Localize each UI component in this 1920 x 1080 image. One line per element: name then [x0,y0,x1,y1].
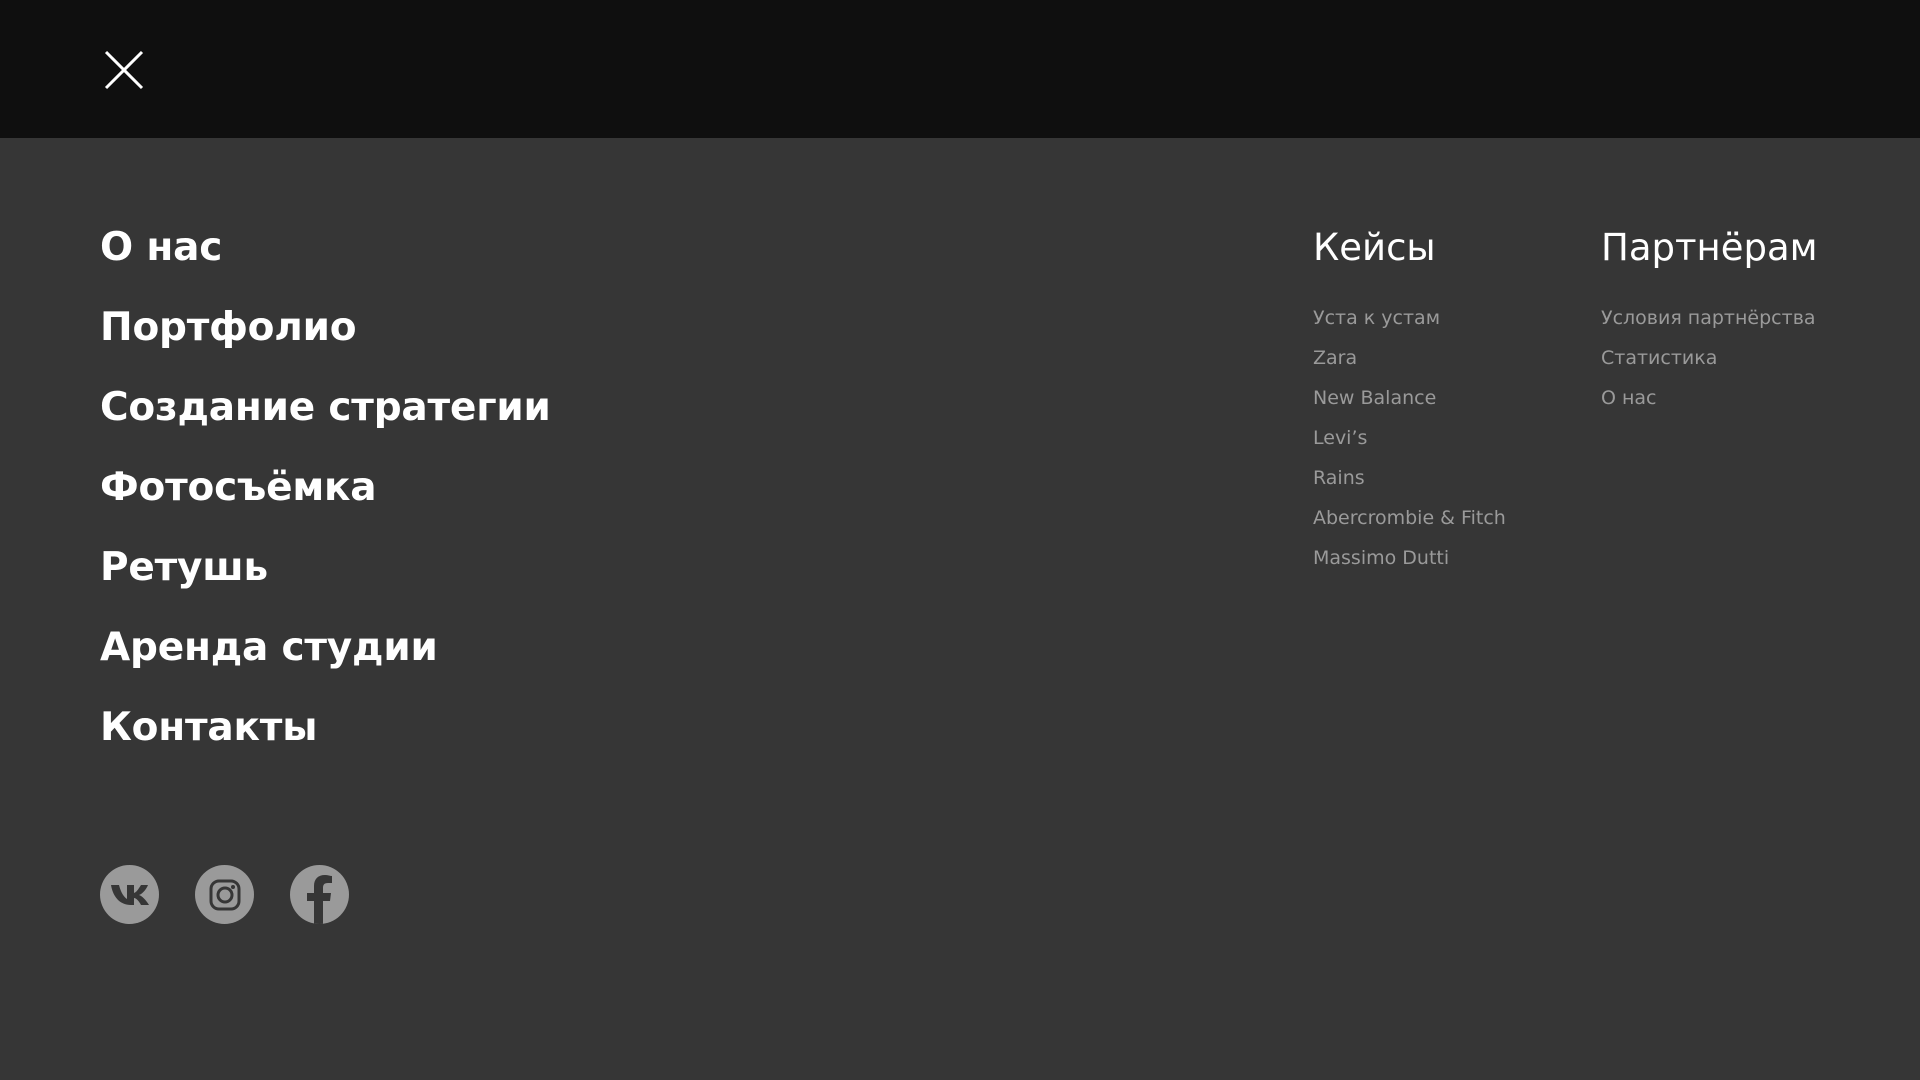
list-item: Zara [1313,338,1506,378]
nav-item-studio-rent: Аренда студии [100,608,551,688]
close-icon[interactable] [98,44,150,96]
list-item: Уста к устам [1313,298,1506,338]
list-item: Abercrombie & Fitch [1313,498,1506,538]
case-link[interactable]: Уста к устам [1313,307,1440,329]
partners-title: Партнёрам [1601,226,1818,269]
list-item: Massimo Dutti [1313,538,1506,578]
facebook-icon[interactable] [290,865,349,924]
nav-link-contacts[interactable]: Контакты [100,705,317,750]
nav-link-strategy[interactable]: Создание стратегии [100,385,551,430]
nav-item-about: О нас [100,208,551,288]
case-link[interactable]: New Balance [1313,387,1436,409]
nav-link-portfolio[interactable]: Портфолио [100,305,357,350]
nav-item-photoshoot: Фотосъёмка [100,448,551,528]
list-item: О нас [1601,378,1818,418]
case-link[interactable]: Levi’s [1313,427,1367,449]
list-item: Levi’s [1313,418,1506,458]
list-item: New Balance [1313,378,1506,418]
cases-column: Кейсы Уста к устам Zara New Balance Levi… [1313,208,1506,578]
partners-list: Условия партнёрства Статистика О нас [1601,298,1818,418]
nav-link-about[interactable]: О нас [100,225,222,270]
cases-list: Уста к устам Zara New Balance Levi’s Rai… [1313,298,1506,578]
nav-item-retouch: Ретушь [100,528,551,608]
case-link[interactable]: Massimo Dutti [1313,547,1449,569]
list-item: Статистика [1601,338,1818,378]
instagram-icon[interactable] [195,865,254,924]
cases-title: Кейсы [1313,226,1436,269]
case-link[interactable]: Zara [1313,347,1357,369]
case-link[interactable]: Abercrombie & Fitch [1313,507,1506,529]
list-item: Rains [1313,458,1506,498]
partner-link[interactable]: Статистика [1601,347,1717,369]
list-item: Условия партнёрства [1601,298,1818,338]
nav-item-contacts: Контакты [100,688,551,768]
nav-link-retouch[interactable]: Ретушь [100,545,268,590]
social-links [100,865,349,924]
nav-link-photoshoot[interactable]: Фотосъёмка [100,465,377,510]
partner-link[interactable]: Условия партнёрства [1601,307,1816,329]
menu-panel: О нас Портфолио Создание стратегии Фотос… [0,138,1920,1080]
nav-item-portfolio: Портфолио [100,288,551,368]
main-nav: О нас Портфолио Создание стратегии Фотос… [100,208,551,768]
nav-item-strategy: Создание стратегии [100,368,551,448]
nav-link-studio-rent[interactable]: Аренда студии [100,625,438,670]
case-link[interactable]: Rains [1313,467,1365,489]
partner-link[interactable]: О нас [1601,387,1657,409]
vk-icon[interactable] [100,865,159,924]
top-bar [0,0,1920,138]
partners-column: Партнёрам Условия партнёрства Статистика… [1601,208,1818,418]
